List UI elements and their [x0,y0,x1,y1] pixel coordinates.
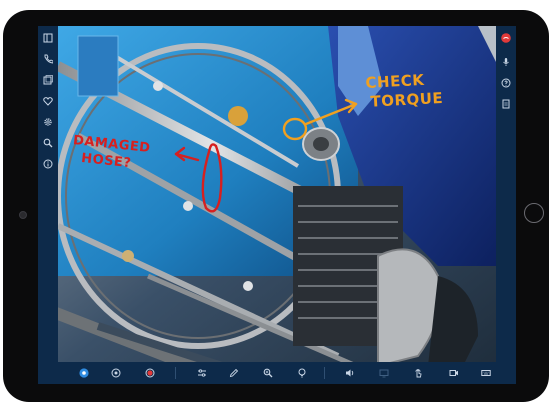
right-toolbar [496,26,516,384]
adjust-sliders-icon[interactable] [196,367,208,379]
phone-icon[interactable] [42,53,54,65]
zoom-icon[interactable] [262,367,274,379]
sidebar-toggle-icon[interactable] [42,32,54,44]
keyboard-icon[interactable] [480,367,492,379]
toolbar-divider [324,367,325,379]
check-torque-annotation: CHECK TORQUE [363,70,444,112]
bottom-toolbar [58,362,496,384]
microphone-icon[interactable] [500,56,512,68]
flashlight-icon[interactable] [296,367,308,379]
touch-pointer-icon[interactable] [412,367,424,379]
end-call-icon[interactable] [500,32,512,44]
heart-icon[interactable] [42,95,54,107]
left-toolbar [38,26,58,384]
engine-live-video [38,26,516,384]
pen-draw-icon[interactable] [228,367,240,379]
info-icon[interactable] [42,158,54,170]
settings-gear-icon[interactable] [42,116,54,128]
snapshot-icon[interactable] [110,367,122,379]
search-icon[interactable] [42,137,54,149]
video-camera-icon[interactable] [448,367,460,379]
live-view-icon[interactable] [78,367,90,379]
front-camera [19,211,27,219]
volume-icon[interactable] [344,367,356,379]
help-icon[interactable] [500,77,512,89]
gallery-icon[interactable] [42,74,54,86]
record-icon[interactable] [144,367,156,379]
share-screen-icon[interactable] [378,367,390,379]
home-button[interactable] [524,203,544,223]
video-call-screen: CHECK TORQUE DAMAGED HOSE? [38,26,516,384]
document-icon[interactable] [500,98,512,110]
toolbar-divider [175,367,176,379]
